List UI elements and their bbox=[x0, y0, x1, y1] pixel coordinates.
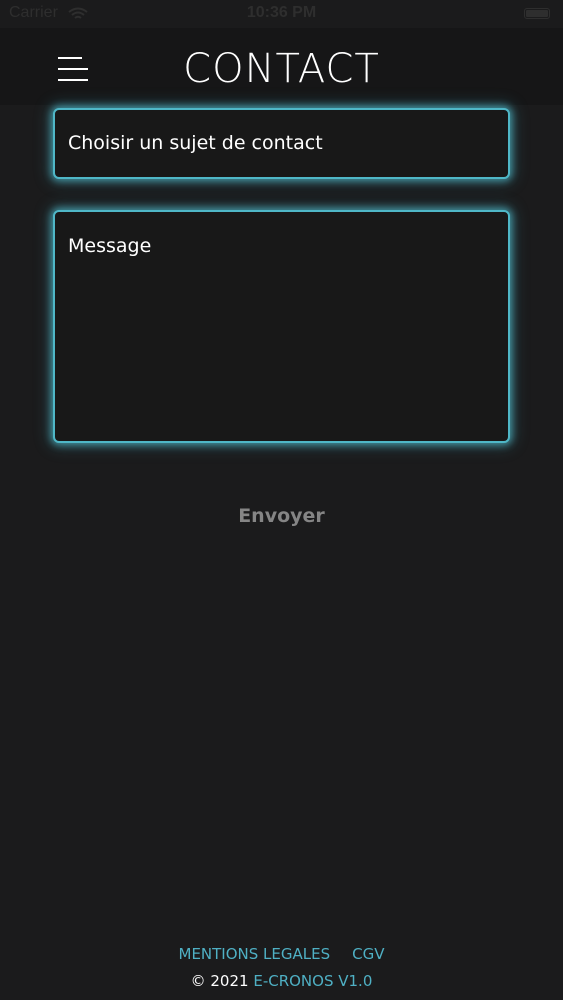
copyright: © 2021 E-CRONOS V1.0 bbox=[0, 972, 563, 990]
legal-notice-link[interactable]: MENTIONS LEGALES bbox=[179, 945, 331, 963]
brand-version: E-CRONOS V1.0 bbox=[253, 972, 373, 990]
status-bar: Carrier 10:36 PM bbox=[0, 0, 563, 28]
app-header: CONTACT bbox=[0, 28, 563, 105]
send-button[interactable]: Envoyer bbox=[0, 505, 563, 527]
message-textarea[interactable]: Message bbox=[53, 210, 510, 443]
status-time: 10:36 PM bbox=[246, 4, 317, 21]
subject-select[interactable]: Choisir un sujet de contact bbox=[53, 108, 510, 179]
page-title: CONTACT bbox=[183, 46, 380, 92]
battery-icon bbox=[524, 8, 550, 19]
cgv-link[interactable]: CGV bbox=[352, 945, 384, 963]
message-placeholder: Message bbox=[68, 235, 152, 257]
subject-placeholder: Choisir un sujet de contact bbox=[68, 132, 323, 154]
footer-links: MENTIONS LEGALES CGV bbox=[0, 945, 563, 963]
copyright-prefix: © 2021 bbox=[190, 972, 249, 990]
